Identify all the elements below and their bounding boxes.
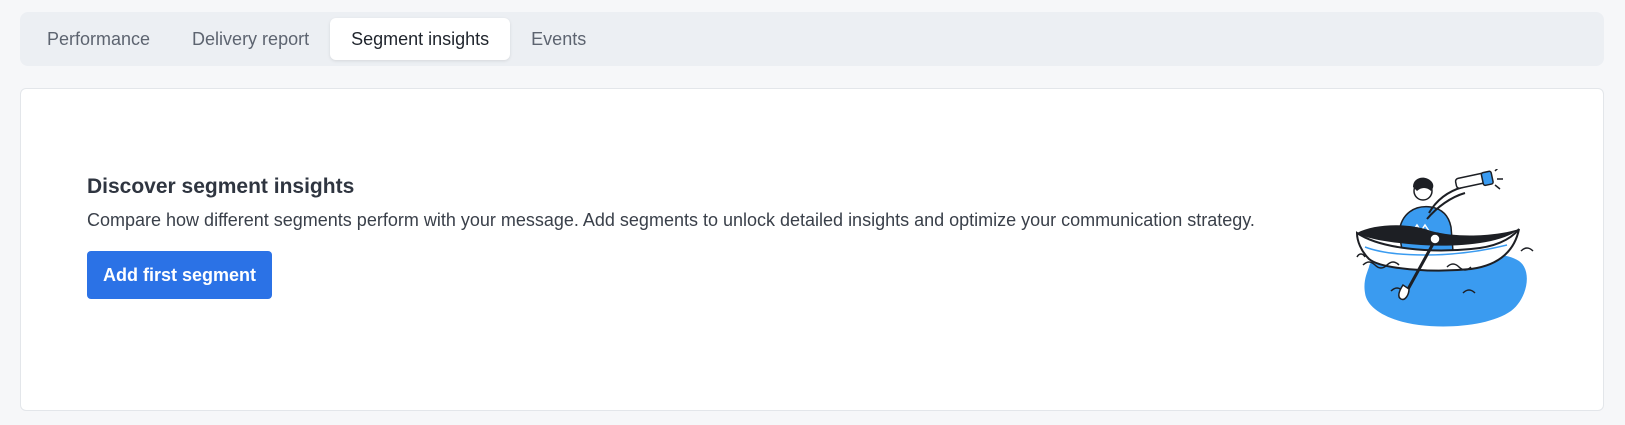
- tab-bar: Performance Delivery report Segment insi…: [20, 12, 1604, 66]
- empty-state-title: Discover segment insights: [87, 175, 355, 198]
- tab-events[interactable]: Events: [510, 18, 607, 60]
- segment-insights-card: Discover segment insights Compare how di…: [20, 88, 1604, 411]
- empty-state-description: Compare how different segments perform w…: [87, 210, 1255, 230]
- add-first-segment-button[interactable]: Add first segment: [87, 251, 273, 299]
- tab-segment-insights[interactable]: Segment insights: [330, 18, 511, 60]
- boat-telescope-illustration: [1351, 166, 1551, 334]
- empty-state: Discover segment insights Compare how di…: [87, 173, 1287, 299]
- tab-performance[interactable]: Performance: [26, 18, 171, 60]
- tab-delivery-report[interactable]: Delivery report: [171, 18, 330, 60]
